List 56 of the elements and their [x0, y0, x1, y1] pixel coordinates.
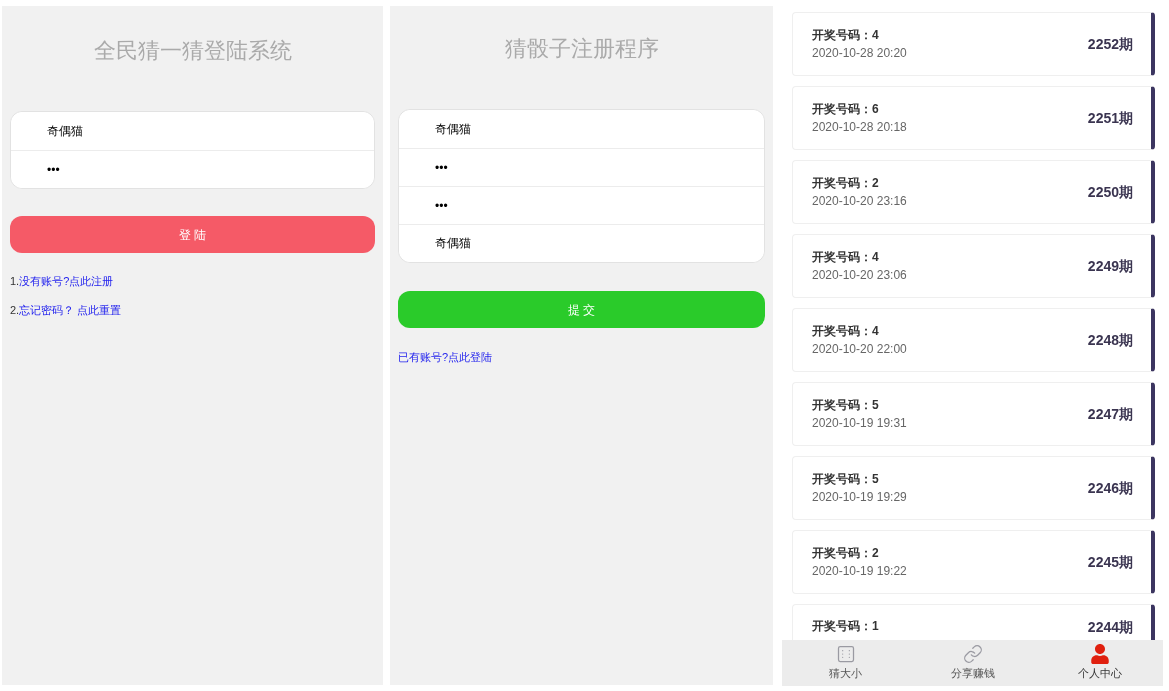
- form-field[interactable]: •••: [11, 150, 374, 188]
- draw-label: 开奖号码：: [812, 323, 872, 340]
- page-title: 全民猜一猜登陆系统: [92, 37, 293, 65]
- draw-label: 开奖号码：: [812, 397, 872, 414]
- issue-number: 2249期: [1087, 256, 1133, 276]
- form-field[interactable]: 奇偶猫: [399, 224, 764, 262]
- draw-time: 2020-10-20 23:06: [812, 267, 908, 284]
- draw-number: 2: [872, 175, 879, 192]
- draw-time: 2020-10-19 19:29: [812, 489, 908, 506]
- draw-label: 开奖号码：: [812, 175, 872, 192]
- issue-number: 2245期: [1087, 552, 1133, 572]
- draw-label: 开奖号码：: [812, 618, 872, 635]
- text-link[interactable]: 忘记密码？ 点此重置: [19, 301, 122, 318]
- draw-number: 4: [872, 323, 879, 340]
- list-number: 2.: [10, 302, 20, 318]
- page-title: 猜骰子注册程序: [503, 35, 660, 63]
- link-icon: [962, 644, 983, 665]
- draw-number: 4: [872, 27, 879, 44]
- person-icon: [1090, 644, 1109, 665]
- input-field[interactable]: •••: [435, 190, 735, 221]
- text-link[interactable]: 没有账号?点此注册: [19, 273, 114, 290]
- input-field[interactable]: 奇偶猫: [435, 114, 735, 144]
- draw-number: 1: [872, 618, 879, 635]
- issue-number: 2250期: [1087, 182, 1133, 202]
- draw-number: 2: [872, 545, 879, 562]
- draw-label: 开奖号码：: [812, 27, 872, 44]
- input-field[interactable]: 奇偶猫: [47, 116, 347, 146]
- draw-number: 5: [872, 397, 879, 414]
- tab-item[interactable]: 分享赚钱: [909, 640, 1036, 686]
- draw-label: 开奖号码：: [812, 545, 872, 562]
- draw-time: 2020-10-28 20:20: [812, 45, 908, 62]
- dice-icon: [835, 644, 856, 665]
- draw-time: 2020-10-19 19:22: [812, 563, 908, 580]
- issue-number: 2247期: [1087, 404, 1133, 424]
- draw-label: 开奖号码：: [812, 471, 872, 488]
- input-field[interactable]: •••: [435, 152, 735, 183]
- draw-label: 开奖号码：: [812, 101, 872, 118]
- input-field[interactable]: •••: [47, 154, 347, 185]
- draw-label: 开奖号码：: [812, 249, 872, 266]
- issue-number: 2244期: [1087, 618, 1133, 637]
- text-link[interactable]: 已有账号?点此登陆: [398, 349, 493, 366]
- input-field[interactable]: 奇偶猫: [435, 228, 735, 259]
- draw-number: 5: [872, 471, 879, 488]
- list-number: 1.: [10, 274, 20, 289]
- issue-number: 2251期: [1087, 108, 1133, 128]
- issue-number: 2252期: [1087, 34, 1133, 54]
- draw-number: 6: [872, 101, 879, 118]
- tab-item[interactable]: 猜大小: [782, 640, 909, 686]
- draw-number: 4: [872, 249, 879, 266]
- issue-number: 2246期: [1087, 478, 1133, 498]
- draw-time: 2020-10-28 20:18: [812, 119, 908, 136]
- tab-item[interactable]: 个人中心: [1036, 640, 1163, 686]
- issue-number: 2248期: [1087, 330, 1133, 350]
- draw-time: 2020-10-20 22:00: [812, 341, 908, 358]
- draw-time: 2020-10-19 19:31: [812, 415, 908, 432]
- draw-time: 2020-10-20 23:16: [812, 193, 908, 210]
